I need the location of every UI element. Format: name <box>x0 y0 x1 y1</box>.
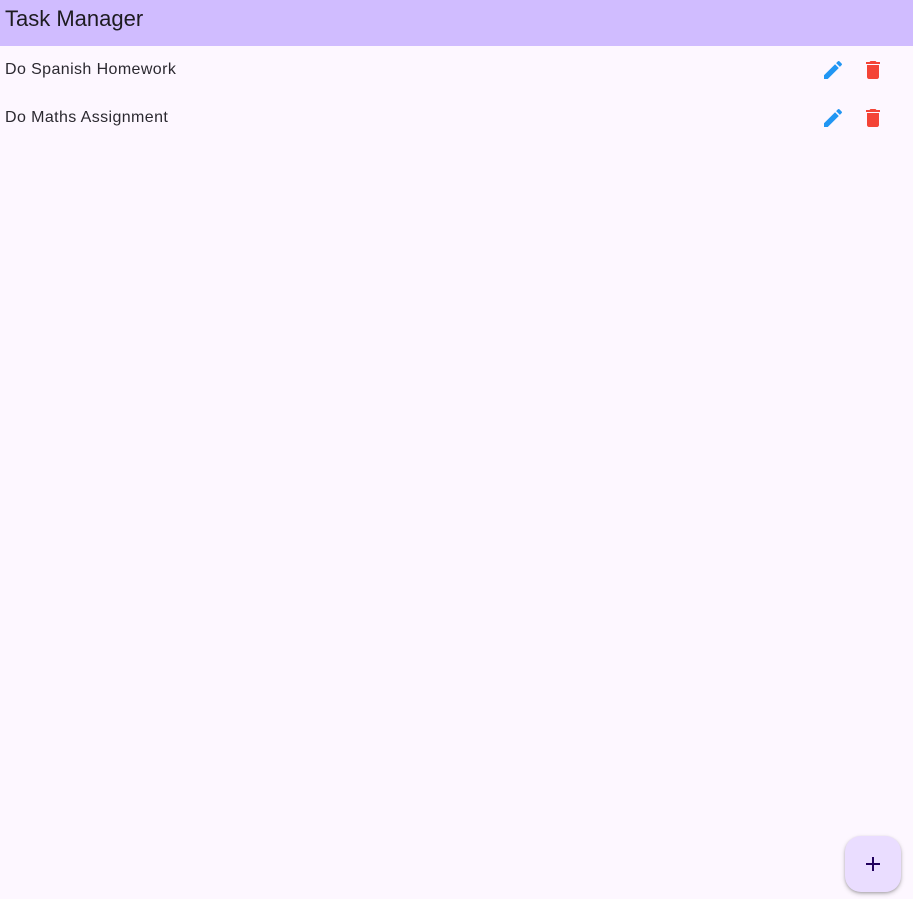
edit-task-button[interactable] <box>813 50 853 90</box>
edit-task-button[interactable] <box>813 98 853 138</box>
app-bar: Task Manager <box>0 0 913 46</box>
task-label: Do Spanish Homework <box>5 61 177 78</box>
plus-icon <box>866 857 880 871</box>
delete-task-button[interactable] <box>853 98 893 138</box>
task-manager-app: Task Manager Do Spanish Homework Do Math… <box>0 0 913 899</box>
page-title: Task Manager <box>5 6 144 31</box>
task-label: Do Maths Assignment <box>5 109 169 126</box>
delete-task-button[interactable] <box>853 50 893 90</box>
add-task-button[interactable] <box>845 836 901 892</box>
task-list: Do Spanish Homework Do Maths Assignment <box>0 46 913 142</box>
delete-icon <box>866 109 880 127</box>
delete-icon <box>866 61 880 79</box>
task-row: Do Spanish Homework <box>0 46 913 94</box>
task-row: Do Maths Assignment <box>0 94 913 142</box>
edit-icon <box>824 60 843 79</box>
edit-icon <box>824 108 843 127</box>
